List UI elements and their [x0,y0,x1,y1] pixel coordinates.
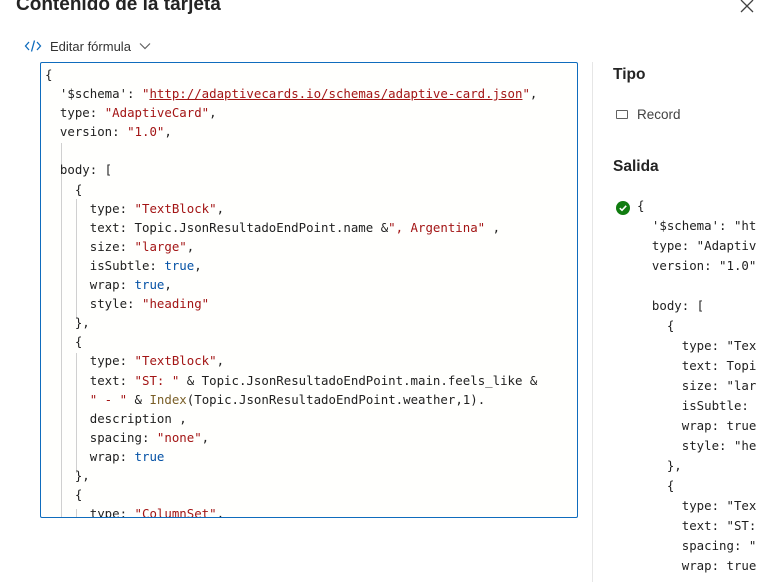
code-line: isSubtle: true, [45,257,202,273]
code-line: spacing: "none", [45,429,210,445]
code-line: type: "TextBlock", [45,200,225,216]
output-line: isSubtle: [637,398,749,413]
output-line: text: Topi [637,358,757,373]
edit-formula-button[interactable]: Editar fórmula [24,36,151,56]
code-line: type: "TextBlock", [45,353,225,369]
chevron-down-icon [139,42,151,50]
type-value: Record [616,107,681,122]
output-line: wrap: true [637,558,757,573]
output-line: { [637,198,645,213]
output-line: type: "Tex [637,338,757,353]
code-line: { [45,334,83,350]
code-line: style: "heading" [45,296,210,312]
output-line: type: "Adaptiv [637,238,757,253]
code-line: version: "1.0", [45,124,172,140]
output-line: body: [ [637,298,705,313]
code-line: }, [45,467,90,483]
output-line: style: "he [637,438,757,453]
code-line: text: "ST: " & Topic.JsonResultadoEndPoi… [45,372,538,388]
code-line: text: Topic.JsonResultadoEndPoint.name &… [45,219,501,235]
code-line: " - " & Index(Topic.JsonResultadoEndPoin… [89,391,486,407]
code-line: { [45,487,83,503]
output-line: { [637,318,675,333]
record-icon [616,110,628,119]
check-circle-icon [616,201,630,220]
code-line: description , [45,410,187,426]
dialog-title: Contenido de la tarjeta [16,0,221,15]
formula-editor[interactable]: { '$schema': "http://adaptivecards.io/sc… [40,62,578,518]
edit-formula-label: Editar fórmula [50,38,131,54]
output-line: wrap: true [637,418,757,433]
code-line: body: [ [45,162,113,178]
code-line: type: "AdaptiveCard", [45,105,217,121]
output-line: }, [637,458,682,473]
code-line: { [45,67,53,82]
code-icon [24,39,42,53]
output-line: ​ [637,276,756,296]
code-line: wrap: true, [45,277,172,293]
output-line: size: "lar [637,378,757,393]
output-line: type: "Tex [637,498,757,513]
output-line: { [637,478,675,493]
output-line: '$schema': "ht [637,218,757,233]
close-icon[interactable] [739,0,758,18]
code-line: '$schema': "http://adaptivecards.io/sche… [45,86,538,102]
code-line: wrap: true [45,448,165,464]
type-value-label: Record [637,107,681,122]
code-content: { '$schema': "http://adaptivecards.io/sc… [45,65,577,518]
output-line: spacing: " [637,538,757,553]
type-heading: Tipo [613,66,646,83]
output-code: { '$schema': "ht type: "Adaptiv version:… [637,196,756,576]
output-line: text: "ST: [637,518,757,533]
output-line: version: "1.0" [637,258,757,273]
output-preview: { '$schema': "ht type: "Adaptiv version:… [616,196,758,581]
code-line: }, [45,315,90,331]
code-line: size: "large", [45,238,195,254]
code-line: ​ [45,141,577,160]
code-line: type: "ColumnSet", [45,506,225,518]
panel-divider [592,62,593,582]
code-line: { [45,181,83,197]
output-heading: Salida [613,158,659,175]
